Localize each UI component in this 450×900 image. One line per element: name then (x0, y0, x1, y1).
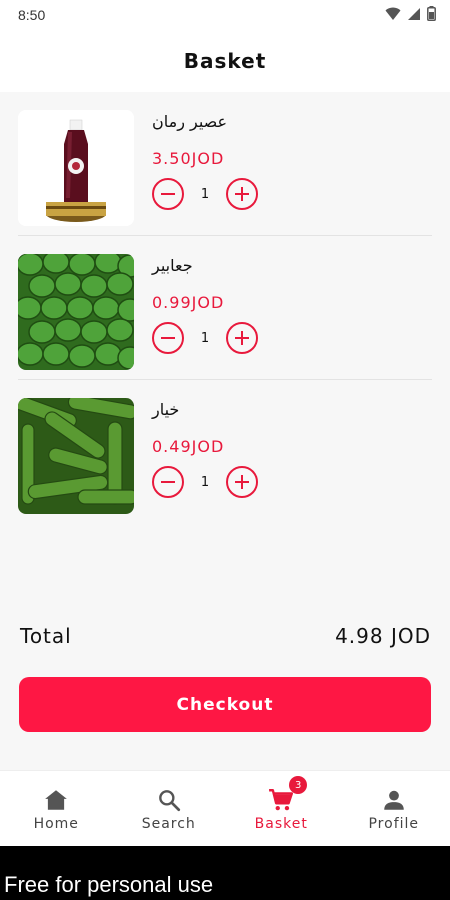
nav-label: Home (33, 816, 79, 832)
minus-icon (161, 193, 175, 195)
footer-banner: Free for personal use (0, 846, 450, 900)
item-name: جعابير (152, 256, 193, 275)
quantity-stepper: 1 (152, 466, 258, 498)
minus-icon (161, 481, 175, 483)
nav-item-search[interactable]: Search (113, 771, 226, 846)
status-bar: 8:50 (0, 0, 450, 30)
quantity-value: 1 (200, 474, 210, 490)
product-image-pomegranate-juice (18, 110, 134, 226)
total-value: 4.98 JOD (335, 624, 431, 648)
plus-icon-stroke (241, 331, 243, 345)
increase-quantity-button[interactable] (226, 322, 258, 354)
plus-icon-stroke (241, 475, 243, 489)
home-icon (45, 790, 68, 810)
basket-item: عصير رمان 3.50JOD 1 (0, 92, 450, 236)
decrease-quantity-button[interactable] (152, 322, 184, 354)
nav-label: Profile (368, 816, 420, 832)
page-title: Basket (183, 49, 267, 73)
item-name: خيار (152, 400, 180, 419)
nav-item-basket[interactable]: 3 Basket (225, 771, 338, 846)
person-icon (384, 790, 404, 810)
quantity-stepper: 1 (152, 178, 258, 210)
nav-item-profile[interactable]: Profile (338, 771, 450, 846)
nav-label: Basket (254, 816, 308, 832)
minus-icon (161, 337, 175, 339)
footer-text: Free for personal use (4, 872, 214, 897)
wifi-icon (385, 7, 401, 20)
product-image-cucumbers (18, 398, 134, 514)
decrease-quantity-button[interactable] (152, 178, 184, 210)
checkout-button[interactable]: Checkout (19, 677, 431, 732)
app-header: Basket (0, 30, 450, 92)
bottom-nav: Home Search 3 Basket Profile (0, 770, 450, 846)
quantity-stepper: 1 (152, 322, 258, 354)
basket-item: جعابير 0.99JOD 1 (0, 236, 450, 380)
item-name: عصير رمان (152, 112, 228, 131)
plus-icon-stroke (241, 187, 243, 201)
status-time: 8:50 (18, 7, 46, 23)
basket-item: خيار 0.49JOD 1 (0, 380, 450, 524)
increase-quantity-button[interactable] (226, 466, 258, 498)
status-icons (385, 6, 436, 21)
search-icon (158, 790, 180, 812)
decrease-quantity-button[interactable] (152, 466, 184, 498)
quantity-value: 1 (200, 330, 210, 346)
battery-icon (427, 6, 436, 21)
nav-item-home[interactable]: Home (0, 771, 113, 846)
quantity-value: 1 (200, 186, 210, 202)
nav-label: Search (141, 816, 196, 832)
basket-list: عصير رمان 3.50JOD 1 جعابير 0.99JOD 1 خيا… (0, 92, 450, 770)
signal-icon (408, 7, 420, 20)
total-label: Total (20, 624, 72, 648)
item-price: 0.99JOD (152, 293, 225, 312)
item-price: 3.50JOD (152, 149, 225, 168)
product-image-watermelons (18, 254, 134, 370)
increase-quantity-button[interactable] (226, 178, 258, 210)
cart-count-badge: 3 (289, 776, 308, 794)
item-price: 0.49JOD (152, 437, 225, 456)
